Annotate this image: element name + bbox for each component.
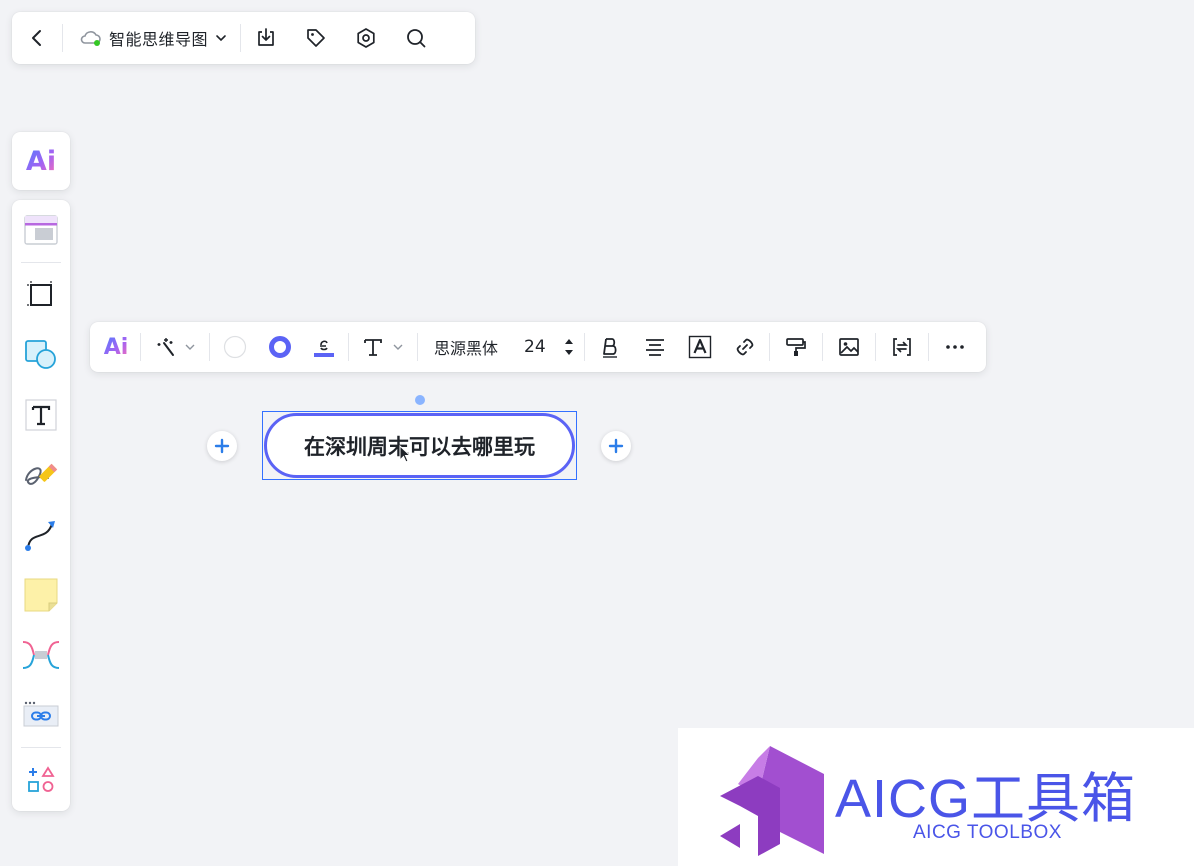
- mindmap-root-node[interactable]: 在深圳周末可以去哪里玩: [264, 413, 575, 478]
- font-size-stepper[interactable]: 24: [512, 322, 582, 372]
- aicg-logo: [720, 746, 824, 856]
- chevron-left-icon: [32, 30, 41, 46]
- mindmap-tool[interactable]: [12, 625, 70, 685]
- divider: [21, 262, 61, 263]
- pen-icon: [25, 463, 58, 485]
- align-button[interactable]: [633, 322, 677, 372]
- insert-link-button[interactable]: [723, 322, 767, 372]
- more-options-button[interactable]: [931, 322, 979, 372]
- line-style-button[interactable]: [302, 322, 346, 372]
- sticky-note-icon: [24, 578, 58, 612]
- doc-title-dropdown[interactable]: 智能思维导图: [63, 12, 240, 64]
- cursor-icon: [399, 445, 412, 463]
- plus-icon: [214, 438, 230, 454]
- template-icon: [24, 215, 58, 245]
- plus-icon: [608, 438, 624, 454]
- more-tools-icon: [28, 766, 55, 792]
- settings-button[interactable]: [341, 12, 391, 64]
- divider: [21, 747, 61, 748]
- tag-button[interactable]: [291, 12, 341, 64]
- left-toolbar: [12, 200, 70, 811]
- pen-tool[interactable]: [12, 445, 70, 505]
- bold-button[interactable]: [587, 322, 633, 372]
- shape-icon: [25, 340, 56, 369]
- line-style-icon: [314, 340, 334, 357]
- link-card-tool[interactable]: [12, 685, 70, 745]
- chevron-down-icon: [216, 35, 226, 42]
- add-left-node-button[interactable]: [207, 431, 237, 461]
- ai-label: Ai: [103, 334, 129, 360]
- fill-color-button[interactable]: [212, 322, 258, 372]
- format-painter-button[interactable]: [772, 322, 820, 372]
- fill-color-icon: [223, 335, 247, 359]
- font-family-select[interactable]: 思源黑体: [420, 322, 512, 372]
- frame-icon: [27, 281, 55, 309]
- connector-tool[interactable]: [12, 505, 70, 565]
- text-style-icon: [364, 339, 382, 356]
- divider: [417, 333, 418, 361]
- ai-assistant-button[interactable]: Ai: [12, 132, 70, 190]
- font-size-value: 24: [524, 337, 546, 357]
- chevron-down-icon: [185, 344, 195, 350]
- border-color-button[interactable]: [258, 322, 302, 372]
- magic-wand-icon: [157, 338, 174, 356]
- more-icon: [945, 345, 964, 349]
- divider: [348, 333, 349, 361]
- download-icon: [258, 28, 274, 46]
- mindmap-icon: [22, 641, 60, 669]
- divider: [140, 333, 141, 361]
- text-tool[interactable]: [12, 385, 70, 445]
- search-icon: [407, 29, 426, 48]
- stepper-arrows-icon: [564, 339, 573, 355]
- cloud-synced-icon: [80, 31, 101, 46]
- watermark: AICG工具箱 AICG TOOLBOX: [678, 728, 1194, 866]
- convert-icon: [892, 338, 911, 356]
- border-color-icon: [269, 336, 291, 358]
- divider: [821, 333, 823, 361]
- divider: [583, 333, 585, 361]
- divider: [927, 333, 929, 361]
- add-right-node-button[interactable]: [601, 431, 631, 461]
- image-icon: [838, 338, 859, 356]
- back-button[interactable]: [12, 12, 62, 64]
- align-center-icon: [645, 339, 664, 356]
- connector-icon: [25, 521, 55, 551]
- text-highlight-button[interactable]: [677, 322, 723, 372]
- format-toolbar: Ai 思源黑体 24: [90, 322, 986, 372]
- ai-label: Ai: [25, 145, 57, 177]
- magic-style-dropdown[interactable]: [143, 322, 207, 372]
- sticky-note-tool[interactable]: [12, 565, 70, 625]
- shape-tool[interactable]: [12, 325, 70, 385]
- watermark-subtitle: AICG TOOLBOX: [913, 822, 1062, 843]
- search-button[interactable]: [391, 12, 441, 64]
- divider: [768, 333, 770, 361]
- more-tools[interactable]: [12, 750, 70, 810]
- divider: [209, 333, 210, 361]
- template-tool[interactable]: [12, 200, 70, 260]
- frame-tool[interactable]: [12, 265, 70, 325]
- text-tool-icon: [25, 399, 57, 431]
- link-icon: [736, 338, 753, 356]
- convert-button[interactable]: [878, 322, 926, 372]
- ai-format-button[interactable]: Ai: [94, 322, 138, 372]
- top-bar: 智能思维导图: [12, 12, 475, 64]
- bold-icon: [602, 338, 617, 358]
- settings-icon: [357, 28, 375, 48]
- divider: [874, 333, 876, 361]
- export-button[interactable]: [241, 12, 291, 64]
- insert-image-button[interactable]: [825, 322, 873, 372]
- text-highlight-icon: [688, 335, 711, 359]
- format-painter-icon: [785, 338, 806, 356]
- chevron-down-icon: [393, 344, 403, 350]
- tag-icon: [307, 29, 325, 47]
- text-style-dropdown[interactable]: [351, 322, 415, 372]
- link-card-icon: [23, 701, 59, 727]
- rotate-handle[interactable]: [415, 395, 425, 405]
- doc-title: 智能思维导图: [109, 30, 209, 49]
